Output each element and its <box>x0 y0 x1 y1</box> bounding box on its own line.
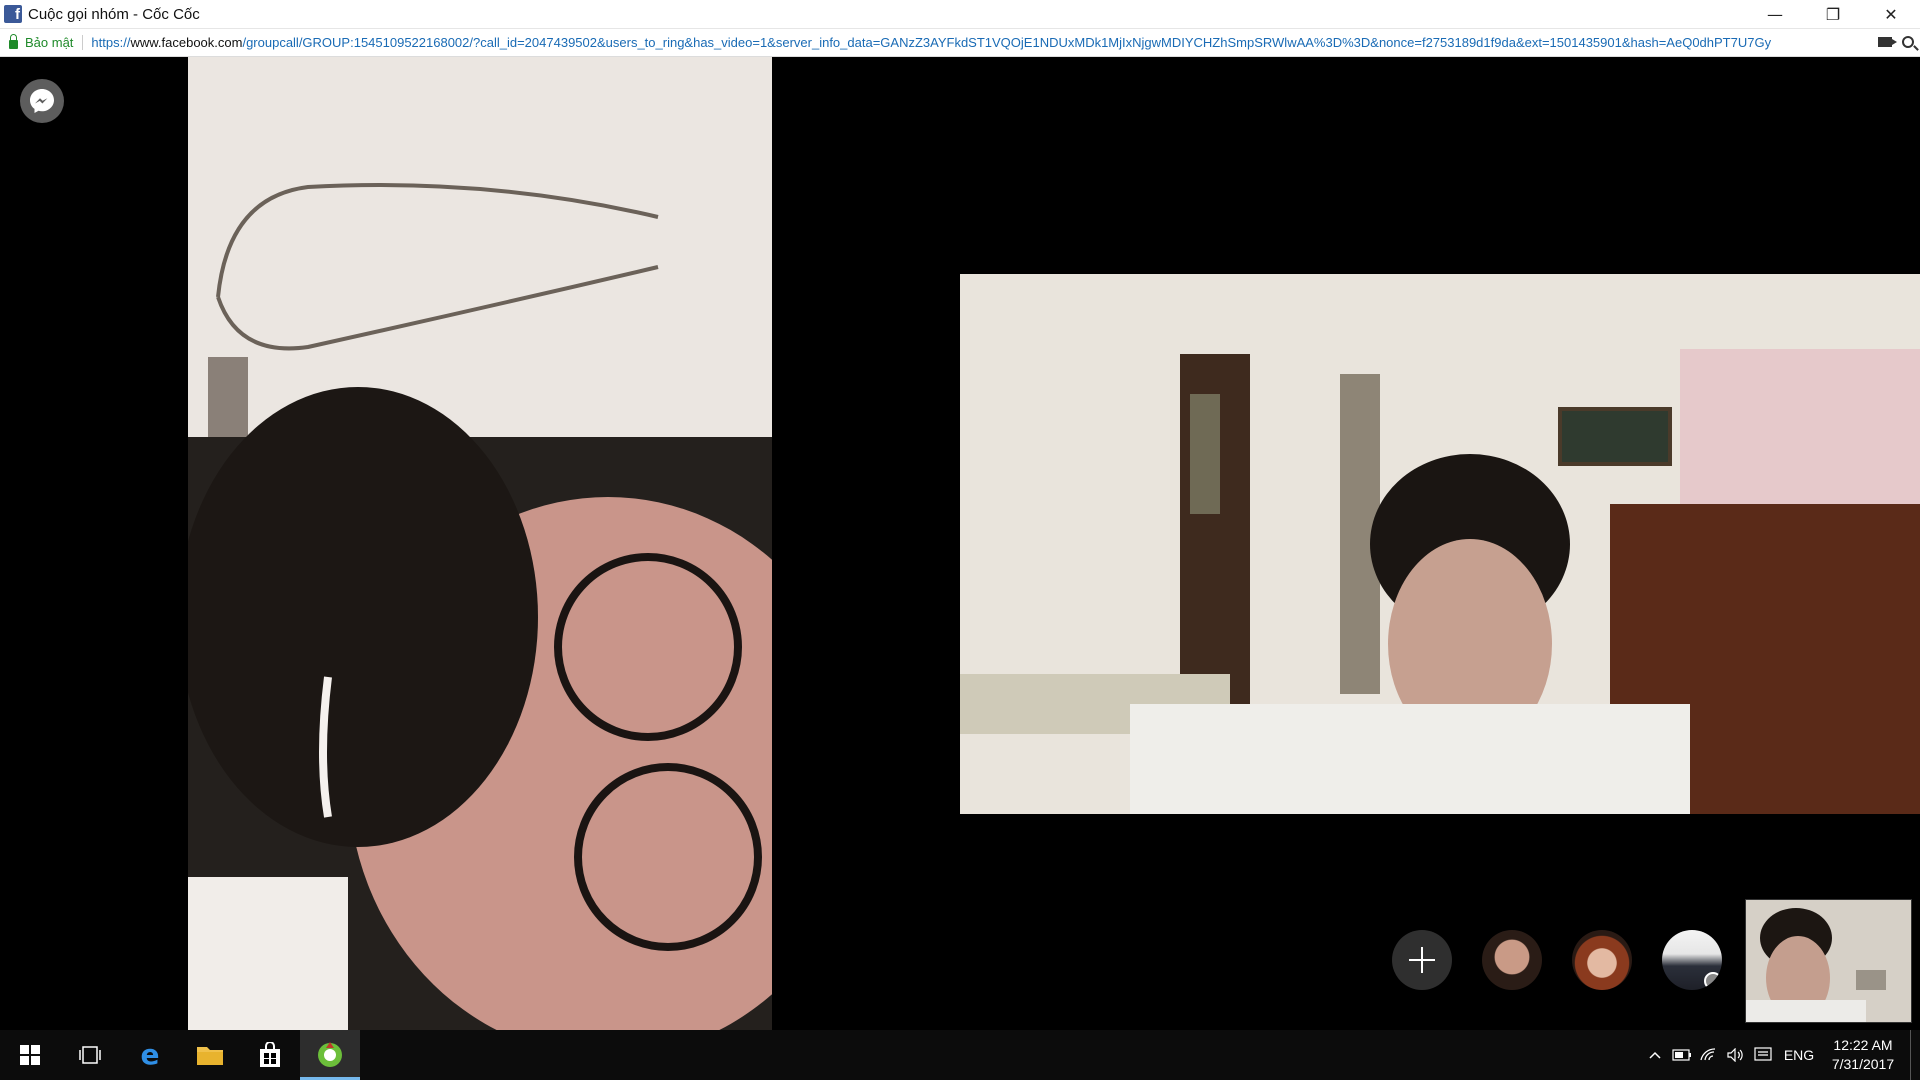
url-scheme: https:// <box>91 35 131 50</box>
participant-avatar[interactable] <box>1572 930 1632 990</box>
start-button[interactable] <box>0 1030 60 1080</box>
system-tray: ENG 12:22 AM 7/31/2017 <box>1641 1030 1920 1080</box>
facebook-favicon-icon: f <box>4 5 22 23</box>
taskbar-app-edge[interactable]: e <box>120 1030 180 1080</box>
zoom-icon[interactable] <box>1902 36 1914 48</box>
browser-title-bar: f Cuộc gọi nhóm - Cốc Cốc — ❐ ✕ <box>0 0 1920 29</box>
volume-button[interactable] <box>1722 1048 1749 1062</box>
add-participant-button[interactable] <box>1392 930 1452 990</box>
participants-bar <box>1392 930 1722 990</box>
input-language[interactable]: ENG <box>1776 1047 1822 1063</box>
close-button[interactable]: ✕ <box>1862 0 1920 29</box>
window-title: Cuộc gọi nhóm - Cốc Cốc <box>28 5 200 23</box>
participant-video-left[interactable] <box>188 57 772 1030</box>
plus-icon <box>1409 947 1435 973</box>
keyboard-icon <box>1753 1047 1772 1061</box>
edge-icon: e <box>141 1042 160 1068</box>
clock[interactable]: 12:22 AM 7/31/2017 <box>1822 1036 1904 1074</box>
messenger-icon[interactable] <box>20 79 64 123</box>
status-badge <box>1704 972 1722 990</box>
self-video-preview[interactable] <box>1745 899 1912 1023</box>
participant-avatar[interactable] <box>1482 930 1542 990</box>
self-video-frame <box>1746 900 1911 1022</box>
address-bar[interactable]: Bảo mật https://www.facebook.com/groupca… <box>0 29 1920 57</box>
url-host: www.facebook.com <box>130 35 243 50</box>
action-center-button[interactable] <box>1749 1047 1776 1063</box>
coccoc-browser-icon <box>318 1041 342 1067</box>
address-bar-icons <box>1878 34 1914 48</box>
svg-text:e: e <box>141 1042 160 1068</box>
minimize-button[interactable]: — <box>1746 0 1804 29</box>
group-call-area <box>0 57 1920 1030</box>
participant-video-frame-left <box>188 57 772 1030</box>
participant-avatar[interactable] <box>1662 930 1722 990</box>
camera-icon[interactable] <box>1878 37 1897 47</box>
taskbar-app-file-explorer[interactable] <box>180 1030 240 1080</box>
clock-date: 7/31/2017 <box>1831 1056 1895 1072</box>
url-path: /groupcall/GROUP:1545109522168002/?call_… <box>242 35 1772 50</box>
show-hidden-icons-button[interactable] <box>1641 1051 1668 1059</box>
folder-icon <box>197 1047 223 1065</box>
restore-button[interactable]: ❐ <box>1804 0 1862 29</box>
url-field[interactable]: https://www.facebook.com/groupcall/GROUP… <box>91 35 1861 50</box>
lock-icon <box>9 34 18 49</box>
messenger-logo-icon <box>30 89 54 113</box>
participant-video-right[interactable] <box>960 274 1920 814</box>
secure-label[interactable]: Bảo mật <box>25 35 84 50</box>
task-view-button[interactable] <box>60 1030 120 1080</box>
participant-video-frame-right <box>960 274 1920 814</box>
network-button[interactable] <box>1695 1048 1722 1062</box>
window-controls: — ❐ ✕ <box>1746 0 1920 29</box>
store-icon <box>260 1042 280 1067</box>
battery-button[interactable] <box>1668 1049 1695 1061</box>
task-view-icon <box>79 1046 101 1064</box>
show-desktop-button[interactable] <box>1910 1030 1920 1080</box>
wifi-icon <box>1699 1048 1715 1061</box>
chevron-up-icon <box>1648 1051 1661 1059</box>
clock-time: 12:22 AM <box>1833 1037 1893 1053</box>
windows-logo-icon <box>20 1045 40 1065</box>
taskbar-app-store[interactable] <box>240 1030 300 1080</box>
taskbar-app-coccoc[interactable] <box>300 1030 360 1080</box>
speaker-icon <box>1726 1048 1743 1062</box>
windows-taskbar: e ENG 12:22 AM 7/31/2017 <box>0 1030 1920 1080</box>
battery-icon <box>1671 1049 1691 1061</box>
